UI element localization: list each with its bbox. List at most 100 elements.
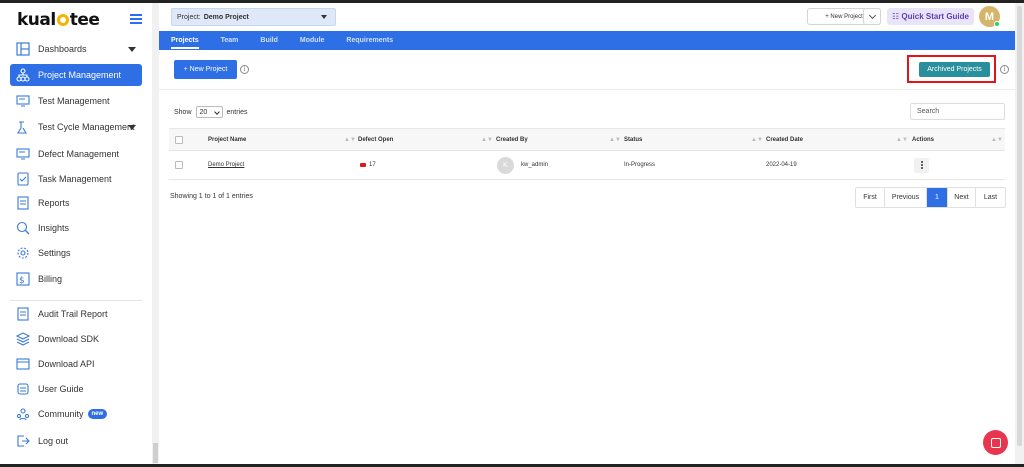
collapse-sidebar-icon[interactable] bbox=[130, 14, 142, 24]
pagination-next[interactable]: Next bbox=[948, 188, 976, 207]
user-guide-icon bbox=[16, 382, 30, 396]
project-selector-prefix: Project: bbox=[177, 13, 201, 21]
sort-icon[interactable]: ▲▼ bbox=[896, 137, 908, 143]
main-content: Project: Demo Project + New Project ☷ Qu… bbox=[159, 3, 1015, 464]
sidebar-item-billing[interactable]: $ Billing bbox=[10, 268, 142, 290]
sort-icon[interactable]: ▲▼ bbox=[991, 137, 1003, 143]
sidebar-item-audit-trail-report[interactable]: Audit Trail Report bbox=[10, 303, 142, 325]
created-by-value: kw_admin bbox=[521, 162, 549, 168]
entries-length-control: Show 20 entries bbox=[174, 106, 248, 118]
pagination-page-1[interactable]: 1 bbox=[927, 188, 948, 207]
sidebar: kual tee Dashboards Project Management Te… bbox=[0, 3, 152, 464]
sidebar-item-label: Log out bbox=[38, 436, 69, 446]
dashboard-icon bbox=[16, 42, 30, 56]
search-input[interactable]: Search bbox=[910, 103, 1005, 120]
chat-icon bbox=[990, 437, 1001, 448]
new-project-button[interactable]: + New Project bbox=[174, 60, 237, 79]
tab-build[interactable]: Build bbox=[260, 37, 278, 44]
community-icon bbox=[16, 407, 30, 421]
sidebar-item-dashboards[interactable]: Dashboards bbox=[10, 38, 142, 60]
sidebar-divider bbox=[10, 300, 142, 301]
sidebar-scrollbar[interactable] bbox=[152, 3, 159, 464]
row-checkbox[interactable] bbox=[175, 151, 183, 179]
chat-launcher-button[interactable] bbox=[983, 430, 1008, 455]
new-project-dropdown-button[interactable] bbox=[863, 8, 881, 25]
sort-icon[interactable]: ▲▼ bbox=[609, 137, 621, 143]
sidebar-item-download-sdk[interactable]: Download SDK bbox=[10, 328, 142, 350]
sidebar-item-label: Audit Trail Report bbox=[38, 309, 108, 319]
column-header-project-name[interactable]: Project Name bbox=[208, 129, 246, 150]
avatar[interactable]: M bbox=[979, 6, 1000, 27]
sidebar-item-label: Reports bbox=[38, 198, 70, 208]
table-header-row: Project Name ▲▼ Defect Open ▲▼ Created B… bbox=[169, 128, 1005, 151]
sidebar-item-settings[interactable]: Settings bbox=[10, 242, 142, 264]
sidebar-item-log-out[interactable]: Log out bbox=[10, 430, 142, 452]
tab-module[interactable]: Module bbox=[300, 37, 325, 44]
column-header-created-date[interactable]: Created Date bbox=[766, 129, 803, 150]
table-row: Demo Project 17 Kkw_admin In-Progress 20… bbox=[169, 151, 1005, 180]
column-header-status[interactable]: Status bbox=[624, 129, 642, 150]
sidebar-item-label: Insights bbox=[38, 223, 70, 233]
svg-text:$: $ bbox=[19, 276, 25, 286]
tab-requirements[interactable]: Requirements bbox=[346, 37, 393, 44]
info-icon[interactable]: i bbox=[240, 65, 249, 74]
sidebar-item-insights[interactable]: Insights bbox=[10, 217, 142, 239]
divider bbox=[159, 89, 1015, 90]
column-header-created-by[interactable]: Created By bbox=[496, 129, 528, 150]
defect-open-count[interactable]: 17 bbox=[369, 162, 376, 168]
reports-icon bbox=[16, 196, 30, 210]
more-actions-icon[interactable] bbox=[914, 157, 929, 173]
insights-icon bbox=[16, 221, 30, 235]
column-header-defect-open[interactable]: Defect Open bbox=[358, 129, 393, 150]
defect-icon bbox=[16, 147, 30, 161]
sidebar-item-label: Download SDK bbox=[38, 334, 100, 344]
page-scrollbar[interactable] bbox=[1015, 3, 1024, 464]
archived-projects-button[interactable]: Archived Projects bbox=[919, 62, 990, 77]
sidebar-item-label: User Guide bbox=[38, 384, 84, 394]
table-info: Showing 1 to 1 of 1 entries bbox=[170, 193, 253, 200]
sidebar-item-task-management[interactable]: Task Management bbox=[10, 168, 142, 190]
sidebar-item-label: Download API bbox=[38, 359, 95, 369]
project-name-link[interactable]: Demo Project bbox=[208, 162, 244, 168]
user-avatar: K bbox=[497, 156, 514, 174]
sidebar-item-label: Test Management bbox=[38, 96, 110, 106]
pagination-previous[interactable]: Previous bbox=[885, 188, 927, 207]
sort-icon[interactable]: ▲▼ bbox=[751, 137, 763, 143]
chevron-down-icon bbox=[868, 11, 876, 19]
sidebar-item-label: Billing bbox=[38, 274, 63, 284]
tab-team[interactable]: Team bbox=[221, 37, 239, 44]
archived-info-icon[interactable]: i bbox=[1000, 65, 1009, 74]
archived-projects-highlight: Archived Projects bbox=[907, 55, 996, 83]
tab-projects[interactable]: Projects bbox=[171, 37, 199, 49]
task-icon bbox=[16, 172, 30, 186]
select-all-checkbox[interactable] bbox=[175, 129, 183, 150]
chevron-down-icon bbox=[321, 15, 327, 19]
sidebar-item-label: Community bbox=[38, 409, 84, 419]
entries-select[interactable]: 20 bbox=[195, 106, 223, 118]
sidebar-item-defect-management[interactable]: Defect Management bbox=[10, 143, 142, 165]
pagination-first[interactable]: First bbox=[856, 188, 885, 207]
sidebar-item-test-cycle-management[interactable]: Test Cycle Management bbox=[10, 116, 142, 138]
settings-icon bbox=[16, 246, 30, 260]
project-selector[interactable]: Project: Demo Project bbox=[171, 8, 336, 26]
sort-icon[interactable]: ▲▼ bbox=[344, 137, 356, 143]
pagination-last[interactable]: Last bbox=[976, 188, 1005, 207]
kualitee-logo[interactable]: kual tee bbox=[17, 10, 100, 30]
quick-start-guide-button[interactable]: ☷ Quick Start Guide bbox=[887, 8, 974, 25]
project-selector-value: Demo Project bbox=[203, 13, 249, 21]
project-tree-icon bbox=[16, 68, 30, 82]
logout-icon bbox=[16, 434, 30, 448]
sidebar-item-label: Task Management bbox=[38, 174, 112, 184]
sidebar-item-community[interactable]: Community new bbox=[10, 403, 142, 425]
sidebar-item-reports[interactable]: Reports bbox=[10, 192, 142, 214]
sidebar-item-test-management[interactable]: Test Management bbox=[10, 90, 142, 112]
api-icon bbox=[16, 357, 30, 371]
sidebar-item-label: Test Cycle Management bbox=[38, 122, 135, 132]
status-value: In-Progress bbox=[624, 162, 656, 168]
sort-icon[interactable]: ▲▼ bbox=[481, 137, 493, 143]
sidebar-item-user-guide[interactable]: User Guide bbox=[10, 378, 142, 400]
sidebar-item-project-management[interactable]: Project Management bbox=[10, 64, 142, 86]
sidebar-item-download-api[interactable]: Download API bbox=[10, 353, 142, 375]
entries-label: entries bbox=[226, 108, 248, 116]
tab-bar: Projects Team Build Module Requirements bbox=[159, 31, 1015, 50]
